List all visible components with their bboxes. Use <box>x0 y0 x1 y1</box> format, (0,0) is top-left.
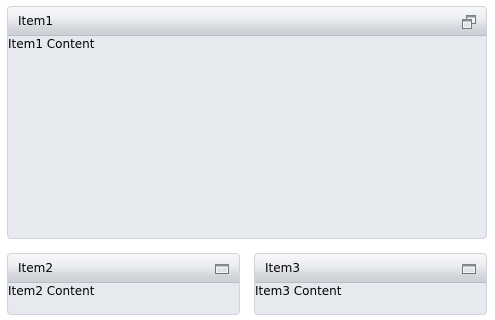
tile-title-item2: Item2 <box>18 261 53 275</box>
tile-content-item1: Item1 Content <box>8 37 95 51</box>
restore-icon[interactable] <box>461 14 477 30</box>
tile-header-item1[interactable]: Item1 <box>8 7 486 36</box>
tile-item3[interactable]: Item3 Item3 Content <box>254 253 487 315</box>
tile-title-item1: Item1 <box>18 14 53 28</box>
maximize-icon[interactable] <box>214 261 230 277</box>
tile-content-item2: Item2 Content <box>8 284 95 298</box>
tile-item1[interactable]: Item1 Item1 Content <box>7 6 487 239</box>
tile-header-item3[interactable]: Item3 <box>255 254 486 283</box>
maximize-icon[interactable] <box>461 261 477 277</box>
tile-item2[interactable]: Item2 Item2 Content <box>7 253 240 315</box>
tile-content-item3: Item3 Content <box>255 284 342 298</box>
tile-title-item3: Item3 <box>265 261 300 275</box>
tile-header-item2[interactable]: Item2 <box>8 254 239 283</box>
